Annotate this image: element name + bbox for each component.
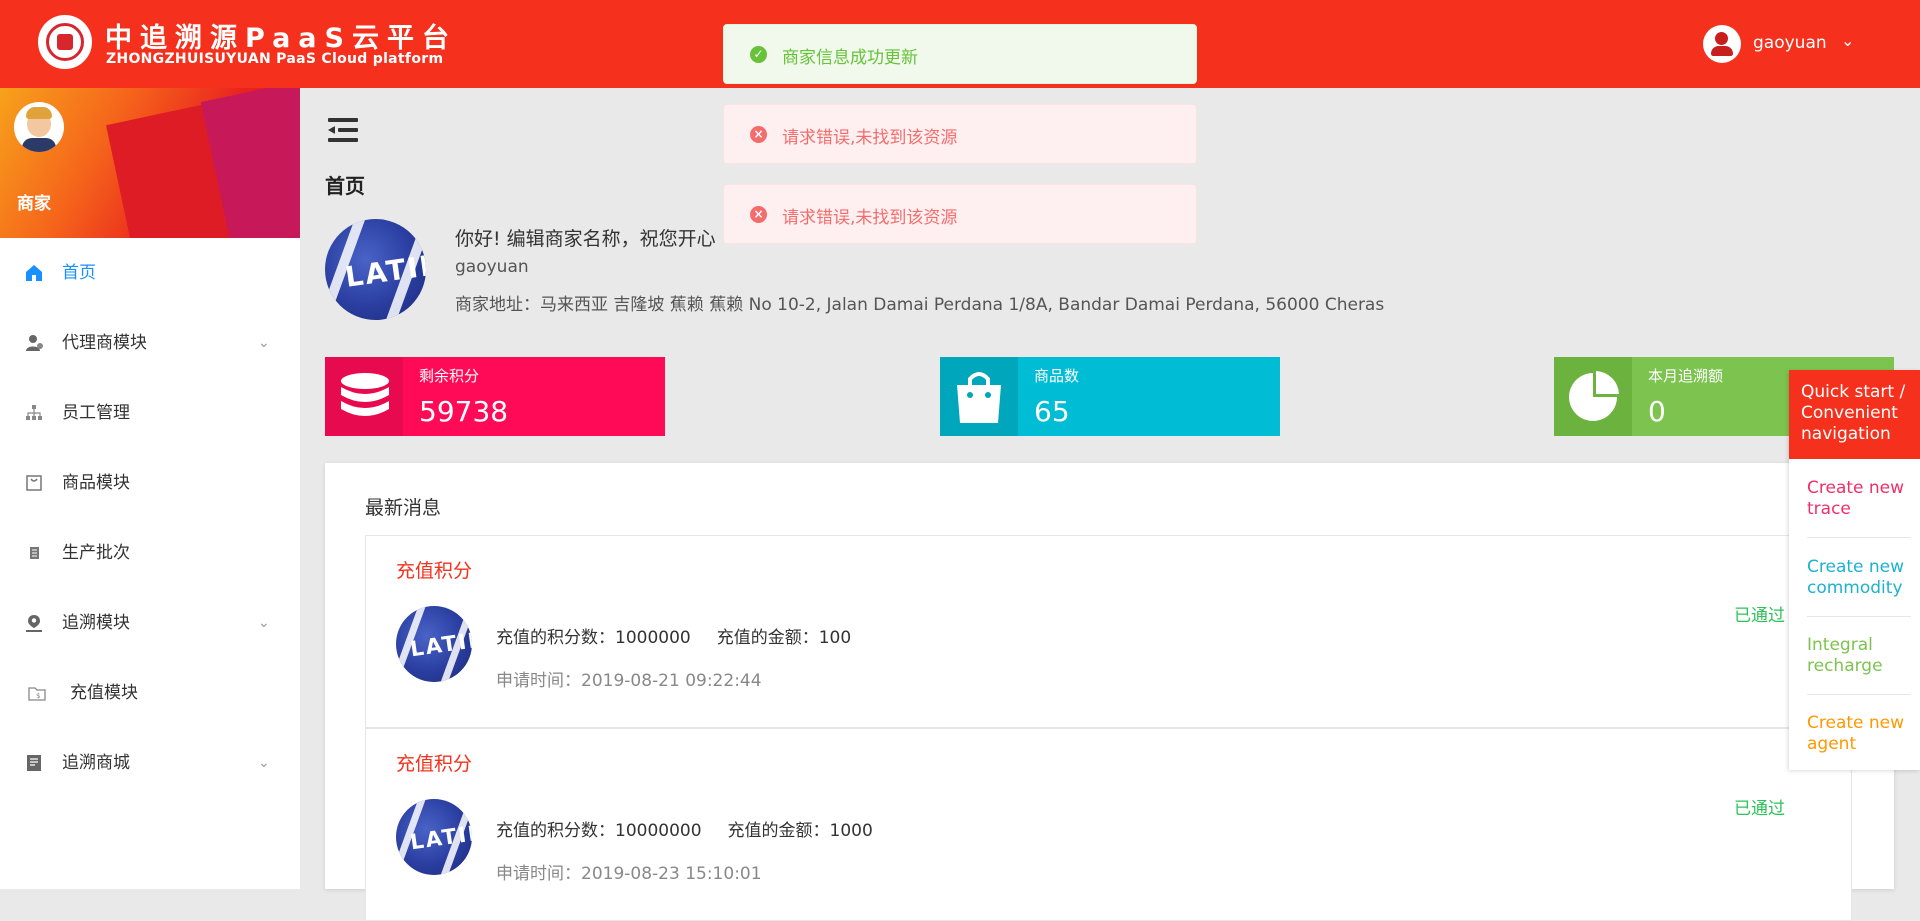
stat-label: 剩余积分 <box>419 367 480 385</box>
status-badge: 已通过 <box>1734 606 1785 626</box>
org-tree-icon <box>26 405 42 420</box>
stat-label: 商品数 <box>1034 367 1080 385</box>
sidebar-item-agent-module[interactable]: 代理商模块 ⌄ <box>0 308 300 378</box>
stat-card-points[interactable]: 剩余积分 59738 <box>325 357 665 436</box>
panel-title: 最新消息 <box>365 497 442 519</box>
platform-subtitle: ZHONGZHUISUYUAN PaaS Cloud platform <box>106 51 444 67</box>
merchant-logo: LATIN <box>325 219 426 320</box>
sidebar-item-recharge[interactable]: $ 充值模块 <box>0 658 300 728</box>
merchant-greeting: 你好! 编辑商家名称，祝您开心 <box>455 228 716 250</box>
shopping-bag-icon <box>940 357 1018 436</box>
stat-card-goods[interactable]: 商品数 65 <box>940 357 1280 436</box>
location-user-icon <box>26 615 42 632</box>
list-item[interactable]: 充值积分 LATIN 充值的积分数：10000000 充值的金额：1000 申请时… <box>365 728 1852 921</box>
merchant-logo: LATIN <box>396 606 472 682</box>
error-circle-icon: × <box>750 206 767 223</box>
status-badge: 已通过 <box>1734 799 1785 819</box>
merchant-logo-text: LATIN <box>343 247 426 294</box>
message-detail: 充值的积分数：10000000 充值的金额：1000 <box>496 816 873 841</box>
sidebar-nav: 首页 代理商模块 ⌄ 员工管理 商品模块 生产批次 追溯模块 ⌄ $ 充值模块 … <box>0 238 300 798</box>
chevron-down-icon[interactable]: ⌄ <box>258 588 270 658</box>
sidebar-item-label: 追溯商城 <box>62 753 130 773</box>
sidebar-item-label: 商品模块 <box>62 473 130 493</box>
menu-toggle-icon[interactable] <box>328 118 358 144</box>
sidebar-item-label: 生产批次 <box>62 543 130 563</box>
stat-label: 本月追溯额 <box>1648 367 1724 385</box>
check-circle-icon: ✓ <box>750 46 767 63</box>
home-icon <box>26 265 42 281</box>
recharge-points: 充值的积分数：1000000 <box>496 628 691 648</box>
sidebar: 商家 首页 代理商模块 ⌄ 员工管理 商品模块 生产批次 追溯模块 ⌄ $ 充值… <box>0 88 300 889</box>
bag-icon <box>26 475 42 491</box>
toast-error: × 请求错误,未找到该资源 <box>723 104 1197 164</box>
sidebar-item-staff[interactable]: 员工管理 <box>0 378 300 448</box>
merchant-address: 商家地址：马来西亚 吉隆坡 蕉赖 蕉赖 No 10-2, Jalan Damai… <box>455 295 1385 315</box>
user-name[interactable]: gaoyuan <box>1753 33 1827 53</box>
stat-value: 0 <box>1648 395 1666 428</box>
message-title: 充值积分 <box>396 560 473 582</box>
sidebar-item-mall[interactable]: 追溯商城 ⌄ <box>0 728 300 798</box>
create-agent-link[interactable]: Create new agent <box>1807 713 1911 755</box>
sidebar-item-goods[interactable]: 商品模块 <box>0 448 300 518</box>
create-commodity-link[interactable]: Create new commodity <box>1807 557 1911 599</box>
sidebar-item-home[interactable]: 首页 <box>0 238 300 308</box>
page-title: 首页 <box>325 174 365 198</box>
toast-success: ✓ 商家信息成功更新 <box>723 24 1197 84</box>
quick-nav-title: Quick start / Convenient navigation <box>1789 370 1920 459</box>
latest-messages-panel: 最新消息 充值积分 LATIN 充值的积分数：1000000 充值的金额：100 … <box>325 463 1894 921</box>
quick-nav-panel: Quick start / Convenient navigation Crea… <box>1789 370 1920 770</box>
create-trace-link[interactable]: Create new trace <box>1807 478 1911 520</box>
integral-recharge-link[interactable]: Integral recharge <box>1807 635 1911 677</box>
sidebar-item-label: 代理商模块 <box>62 333 147 353</box>
sidebar-role-label: 商家 <box>17 194 51 214</box>
error-circle-icon: × <box>750 126 767 143</box>
sidebar-item-label: 员工管理 <box>62 403 130 423</box>
merchant-logo: LATIN <box>396 799 472 875</box>
chevron-down-icon[interactable]: ⌄ <box>258 728 270 798</box>
message-title: 充值积分 <box>396 753 473 775</box>
divider <box>1807 616 1911 617</box>
pie-chart-icon <box>1554 357 1632 436</box>
sidebar-item-label: 追溯模块 <box>62 613 130 633</box>
toast-message: 请求错误,未找到该资源 <box>782 208 958 228</box>
recharge-amount: 充值的金额：1000 <box>727 821 873 841</box>
divider <box>1807 694 1911 695</box>
stat-value: 59738 <box>419 395 509 428</box>
svg-text:$: $ <box>36 692 40 700</box>
apply-time: 申请时间：2019-08-23 15:10:01 <box>496 864 762 884</box>
sidebar-item-label: 充值模块 <box>70 683 138 703</box>
divider <box>1807 537 1911 538</box>
merchant-logo-text: LATIN <box>408 819 472 855</box>
merchant-username: gaoyuan <box>455 257 529 277</box>
list-item[interactable]: 充值积分 LATIN 充值的积分数：1000000 充值的金额：100 申请时间：… <box>365 535 1852 728</box>
user-avatar-icon[interactable] <box>1703 25 1741 63</box>
database-icon <box>325 357 403 436</box>
apply-time: 申请时间：2019-08-21 09:22:44 <box>496 671 762 691</box>
platform-logo-icon <box>38 15 92 69</box>
recharge-amount: 充值的金额：100 <box>716 628 852 648</box>
merchant-logo-text: LATIN <box>408 626 472 662</box>
list-icon <box>30 547 39 559</box>
store-icon <box>27 755 41 771</box>
wallet-icon: $ <box>28 687 46 701</box>
sidebar-profile-banner: 商家 <box>0 88 300 238</box>
message-detail: 充值的积分数：1000000 充值的金额：100 <box>496 623 851 648</box>
agent-user-icon <box>26 335 43 351</box>
sidebar-item-batch[interactable]: 生产批次 <box>0 518 300 588</box>
recharge-points: 充值的积分数：10000000 <box>496 821 702 841</box>
sidebar-item-label: 首页 <box>62 263 96 283</box>
sidebar-item-trace[interactable]: 追溯模块 ⌄ <box>0 588 300 658</box>
avatar[interactable] <box>14 102 64 152</box>
toast-message: 商家信息成功更新 <box>782 48 918 68</box>
platform-title: 中追溯源PaaS云平台 <box>105 23 457 54</box>
stat-value: 65 <box>1034 395 1070 428</box>
toast-message: 请求错误,未找到该资源 <box>782 128 958 148</box>
toast-error: × 请求错误,未找到该资源 <box>723 184 1197 244</box>
chevron-down-icon[interactable]: ⌄ <box>1841 31 1854 50</box>
chevron-down-icon[interactable]: ⌄ <box>258 308 270 378</box>
